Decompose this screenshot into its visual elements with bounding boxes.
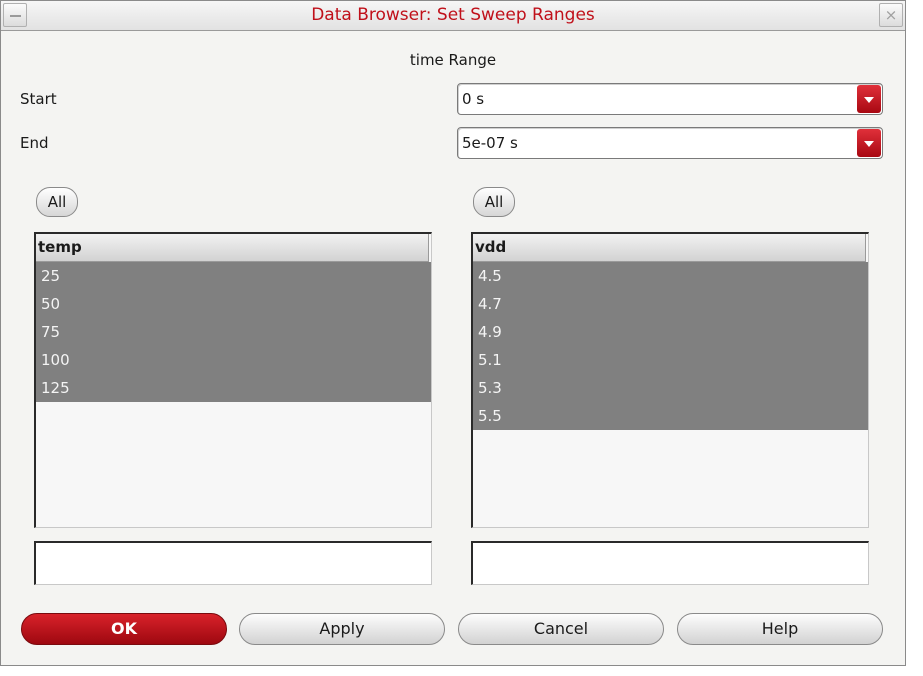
list-item[interactable]: 100 <box>36 346 431 374</box>
vdd-listbox[interactable]: vdd 4.5 4.7 4.9 5.1 5.3 5.5 <box>471 232 869 528</box>
apply-button[interactable]: Apply <box>239 613 445 645</box>
list-item[interactable]: 75 <box>36 318 431 346</box>
cancel-button[interactable]: Cancel <box>458 613 664 645</box>
chevron-down-icon[interactable] <box>857 129 881 157</box>
end-label: End <box>20 134 49 152</box>
list-item[interactable]: 5.3 <box>473 374 868 402</box>
list-item[interactable]: 4.5 <box>473 262 868 290</box>
start-value[interactable]: 0 s <box>462 90 484 108</box>
time-range-title: time Range <box>409 51 497 69</box>
list-item[interactable]: 5.5 <box>473 402 868 430</box>
help-button[interactable]: Help <box>677 613 883 645</box>
vdd-filter-input[interactable] <box>471 541 869 585</box>
list-item[interactable]: 125 <box>36 374 431 402</box>
ok-button[interactable]: OK <box>21 613 227 645</box>
temp-all-button[interactable]: All <box>36 187 78 217</box>
window-title: Data Browser: Set Sweep Ranges <box>311 5 595 25</box>
end-value[interactable]: 5e-07 s <box>462 134 518 152</box>
list-item[interactable]: 5.1 <box>473 346 868 374</box>
temp-filter-input[interactable] <box>34 541 432 585</box>
vdd-all-button[interactable]: All <box>473 187 515 217</box>
temp-listbox[interactable]: temp 25 50 75 100 125 <box>34 232 432 528</box>
list-item[interactable]: 50 <box>36 290 431 318</box>
sweep-ranges-dialog: Data Browser: Set Sweep Ranges ⨯ time Ra… <box>0 0 906 666</box>
list-item[interactable]: 4.9 <box>473 318 868 346</box>
temp-list-header[interactable]: temp <box>36 234 429 262</box>
close-icon[interactable]: ⨯ <box>879 3 903 27</box>
list-item[interactable]: 25 <box>36 262 431 290</box>
start-combo[interactable]: 0 s <box>457 83 883 115</box>
title-bar[interactable]: Data Browser: Set Sweep Ranges ⨯ <box>1 1 905 31</box>
start-label: Start <box>20 90 57 108</box>
end-combo[interactable]: 5e-07 s <box>457 127 883 159</box>
chevron-down-icon[interactable] <box>857 85 881 113</box>
vdd-list-header[interactable]: vdd <box>473 234 866 262</box>
list-item[interactable]: 4.7 <box>473 290 868 318</box>
